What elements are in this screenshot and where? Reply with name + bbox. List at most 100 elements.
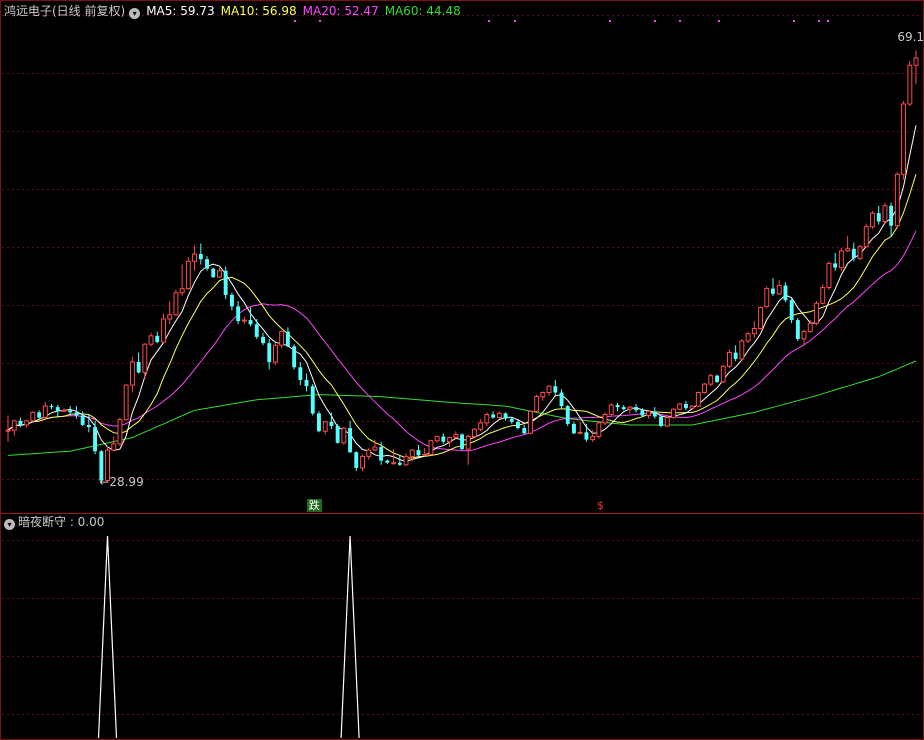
candle-body bbox=[310, 386, 315, 414]
candle-body bbox=[292, 346, 297, 368]
candle-body bbox=[621, 407, 626, 410]
signal-dot bbox=[818, 20, 820, 22]
candle-body bbox=[298, 367, 303, 380]
candle-body bbox=[148, 335, 154, 345]
candle-body bbox=[136, 362, 141, 373]
signal-dot bbox=[654, 20, 656, 22]
candle-body bbox=[838, 250, 844, 269]
candle-body bbox=[553, 386, 558, 393]
candle-body bbox=[329, 421, 334, 426]
candle-body bbox=[74, 412, 79, 416]
candle-body bbox=[814, 302, 819, 324]
candle-body bbox=[155, 335, 160, 343]
candle-body bbox=[478, 422, 484, 430]
candle-body bbox=[820, 287, 826, 304]
candle-body bbox=[516, 421, 520, 429]
candle-body bbox=[615, 405, 620, 408]
candle-body bbox=[211, 268, 216, 278]
indicator-title[interactable]: 暗夜断守 : 0.00 bbox=[18, 515, 104, 529]
low-price-label: ←28.99 bbox=[99, 474, 144, 489]
candle-body bbox=[379, 447, 384, 461]
candle-body bbox=[789, 300, 794, 321]
candle-body bbox=[55, 407, 60, 412]
candle-body bbox=[522, 428, 527, 434]
candle-body bbox=[18, 420, 23, 425]
candle-body bbox=[354, 452, 359, 468]
candle-body bbox=[111, 443, 117, 451]
candle-body bbox=[241, 319, 247, 322]
candle-body bbox=[882, 205, 888, 223]
candle-body bbox=[702, 383, 707, 394]
candle-body bbox=[205, 259, 209, 269]
candle-body bbox=[372, 446, 378, 451]
candle-body bbox=[751, 328, 757, 335]
candle-body bbox=[185, 260, 191, 290]
candle-body bbox=[758, 307, 763, 329]
candle-body bbox=[546, 385, 552, 394]
candle-body bbox=[572, 423, 576, 434]
candle-body bbox=[720, 365, 726, 383]
candle-body bbox=[833, 263, 838, 268]
candle-body bbox=[689, 405, 695, 409]
candle-body bbox=[61, 409, 67, 412]
candle-body bbox=[11, 420, 17, 431]
candle-body bbox=[37, 412, 42, 418]
indicator-spike bbox=[340, 535, 360, 739]
candle-body bbox=[117, 419, 123, 445]
candle-body bbox=[49, 406, 54, 408]
candle-body bbox=[42, 405, 48, 419]
candle-body bbox=[608, 404, 614, 415]
candle-body bbox=[913, 57, 919, 66]
candle-body bbox=[428, 440, 434, 455]
candle-body bbox=[304, 379, 309, 387]
candle-body bbox=[559, 392, 564, 407]
candle-body bbox=[397, 462, 402, 465]
chevron-down-icon[interactable]: ▾ bbox=[129, 8, 141, 19]
ma10-line bbox=[7, 173, 917, 459]
ma5-legend: MA5: 59.73 bbox=[146, 4, 215, 18]
candle-body bbox=[733, 352, 738, 359]
signal-dot bbox=[609, 20, 611, 22]
candle-body bbox=[335, 426, 340, 443]
candle-body bbox=[24, 420, 30, 426]
candle-body bbox=[416, 450, 421, 456]
candle-body bbox=[907, 64, 913, 105]
candle-body bbox=[403, 455, 409, 466]
ma60-legend: MA60: 44.48 bbox=[384, 4, 461, 18]
candle-body bbox=[695, 392, 701, 407]
candle-body bbox=[230, 294, 234, 307]
candle-body bbox=[80, 415, 85, 425]
candle-body bbox=[179, 288, 185, 294]
stock-title[interactable]: 鸿远电子(日线 前复权) bbox=[4, 4, 125, 18]
candle-body bbox=[130, 361, 135, 386]
candle-body bbox=[677, 403, 683, 410]
candle-body bbox=[261, 336, 265, 344]
candle-body bbox=[366, 449, 372, 457]
candle-body bbox=[465, 436, 471, 450]
candle-body bbox=[484, 414, 490, 424]
candle-body bbox=[727, 352, 732, 367]
candle-body bbox=[652, 411, 657, 417]
candle-body bbox=[876, 213, 881, 222]
low-dash bbox=[93, 432, 98, 434]
candle-body bbox=[167, 314, 173, 320]
candle-body bbox=[317, 413, 321, 432]
candle-body bbox=[577, 431, 583, 434]
candle-body bbox=[851, 248, 856, 259]
candle-body bbox=[30, 411, 36, 422]
signal-dot bbox=[319, 20, 321, 22]
candle-body bbox=[627, 406, 633, 410]
candle-body bbox=[889, 205, 894, 226]
candle-body bbox=[640, 410, 645, 416]
ma10-legend: MA10: 56.98 bbox=[220, 4, 297, 18]
candle-body bbox=[348, 428, 352, 453]
candle-body bbox=[236, 306, 241, 322]
candle-body bbox=[453, 433, 459, 438]
candle-body bbox=[472, 428, 477, 438]
signal-dot bbox=[514, 20, 516, 22]
candle-body bbox=[68, 410, 73, 413]
chevron-down-icon[interactable]: ▾ bbox=[4, 519, 15, 530]
candle-body bbox=[659, 416, 663, 426]
candle-body bbox=[602, 414, 608, 424]
candle-body bbox=[528, 410, 533, 434]
